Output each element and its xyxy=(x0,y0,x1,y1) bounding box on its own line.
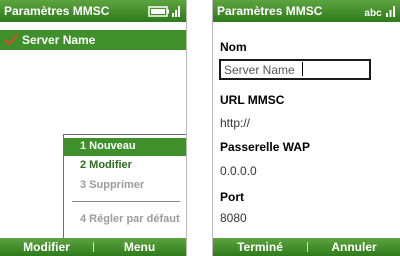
right-softkey[interactable]: Menu xyxy=(93,240,186,254)
softkey-bar: Terminé Annuler xyxy=(213,238,400,256)
url-mmsc-field[interactable]: http:// xyxy=(220,116,250,130)
menu-item-regler-par-defaut: 4 Régler par défaut xyxy=(80,213,180,225)
mmsc-edit-screen: Paramètres MMSC abc Nom Server Name URL … xyxy=(212,0,400,256)
left-softkey[interactable]: Terminé xyxy=(213,240,307,254)
checkmark-icon xyxy=(4,33,18,46)
softkey-bar: Modifier Menu xyxy=(0,238,186,256)
nom-input[interactable]: Server Name xyxy=(219,59,371,80)
mmsc-list-screen: Paramètres MMSC Server Name 1 Nouveau 2 … xyxy=(0,0,187,256)
text-caret xyxy=(302,62,303,76)
passerelle-wap-label: Passerelle WAP xyxy=(220,140,311,154)
signal-icon xyxy=(386,6,395,17)
popup-menu: 1 Nouveau 2 Modifier 3 Supprimer 4 Régle… xyxy=(63,134,186,238)
status-indicators xyxy=(148,3,182,22)
screen-title: Paramètres MMSC xyxy=(4,4,110,18)
list-item[interactable]: Server Name xyxy=(0,30,186,50)
title-bar: Paramètres MMSC xyxy=(0,0,186,22)
left-softkey[interactable]: Modifier xyxy=(0,240,93,254)
battery-icon xyxy=(148,6,180,17)
screen-gap xyxy=(187,0,211,256)
signal-icon xyxy=(172,6,180,17)
title-bar: Paramètres MMSC abc xyxy=(213,0,400,22)
menu-divider xyxy=(72,201,180,202)
list-item-label: Server Name xyxy=(22,33,96,47)
status-indicators: abc xyxy=(364,3,397,22)
menu-item-nouveau[interactable]: 1 Nouveau xyxy=(64,138,186,156)
input-mode-indicator: abc xyxy=(364,8,382,19)
menu-item-modifier[interactable]: 2 Modifier xyxy=(80,159,132,171)
menu-item-supprimer: 3 Supprimer xyxy=(80,179,145,191)
url-mmsc-label: URL MMSC xyxy=(220,93,285,107)
right-softkey[interactable]: Annuler xyxy=(307,240,400,254)
screen-title: Paramètres MMSC xyxy=(217,4,323,18)
nom-label: Nom xyxy=(220,40,247,54)
port-label: Port xyxy=(220,190,244,204)
passerelle-wap-field[interactable]: 0.0.0.0 xyxy=(220,164,257,178)
port-field[interactable]: 8080 xyxy=(220,211,247,225)
